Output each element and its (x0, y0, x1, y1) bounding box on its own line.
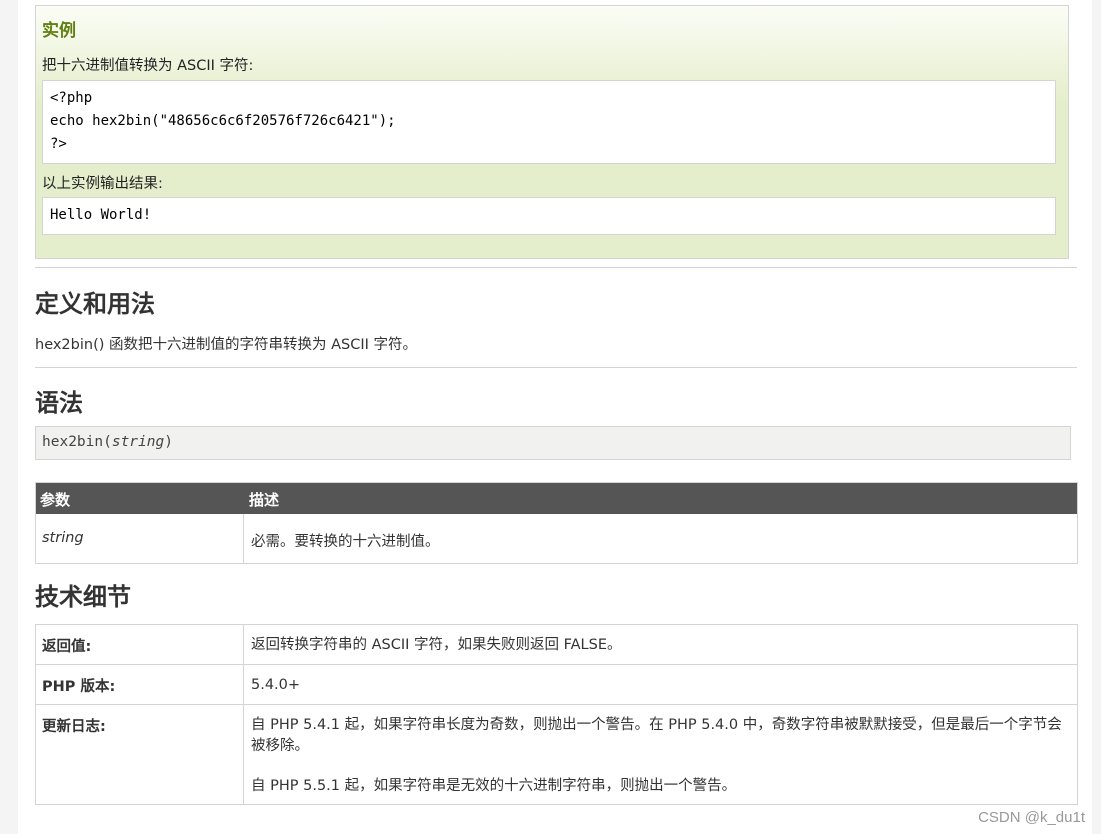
example-title: 实例 (42, 21, 76, 41)
content-page: 实例 把十六进制值转换为 ASCII 字符: <?php echo hex2bi… (18, 0, 1092, 834)
code-line: echo hex2bin("48656c6c6f20576f726c6421")… (50, 113, 396, 129)
tech-heading: 技术细节 (35, 583, 131, 611)
changelog-value-2: 自 PHP 5.5.1 起，如果字符串是无效的十六进制字符串，则抛出一个警告。 (251, 778, 737, 794)
param-name-cell: string (42, 530, 84, 546)
code-line: ?> (50, 136, 67, 152)
example-description: 把十六进制值转换为 ASCII 字符: (42, 58, 254, 74)
watermark: CSDN @k_du1t (978, 809, 1085, 826)
return-label: 返回值: (42, 639, 92, 655)
column-divider (243, 625, 244, 804)
params-table: 参数 描述 string 必需。要转换的十六进制值。 (35, 482, 1078, 564)
changelog-value: 自 PHP 5.4.1 起，如果字符串长度为奇数，则抛出一个警告。在 PHP 5… (251, 717, 1062, 754)
changelog-label: 更新日志: (42, 719, 106, 735)
code-line: <?php (50, 90, 93, 106)
return-value: 返回转换字符串的 ASCII 字符，如果失败则返回 FALSE。 (251, 637, 622, 653)
example-box: 实例 把十六进制值转换为 ASCII 字符: <?php echo hex2bi… (35, 5, 1069, 259)
syntax-param: string (111, 434, 165, 450)
tech-table: 返回值: 返回转换字符串的 ASCII 字符，如果失败则返回 FALSE。 PH… (35, 624, 1078, 805)
code-block[interactable]: <?php echo hex2bin("48656c6c6f20576f726c… (42, 80, 1056, 164)
output-text: Hello World! (50, 207, 152, 223)
version-label: PHP 版本: (42, 679, 116, 695)
table-row-divider (36, 704, 1077, 705)
column-header-param: 参数 (40, 491, 71, 509)
syntax-box[interactable]: hex2bin(string) (35, 426, 1071, 460)
output-label: 以上实例输出结果: (42, 176, 163, 192)
column-header-desc: 描述 (249, 491, 280, 509)
param-desc-cell: 必需。要转换的十六进制值。 (251, 534, 440, 550)
definition-heading: 定义和用法 (35, 290, 155, 318)
syntax-func: hex2bin( (42, 434, 112, 450)
version-value: 5.4.0+ (251, 677, 301, 693)
definition-text: hex2bin() 函数把十六进制值的字符串转换为 ASCII 字符。 (35, 337, 418, 353)
syntax-heading: 语法 (35, 389, 83, 417)
table-row-divider (36, 664, 1077, 665)
divider (35, 267, 1077, 268)
divider (35, 367, 1077, 368)
syntax-close: ) (164, 434, 173, 450)
output-block[interactable]: Hello World! (42, 197, 1056, 235)
params-table-header: 参数 描述 (36, 483, 1077, 514)
column-divider (243, 514, 244, 564)
